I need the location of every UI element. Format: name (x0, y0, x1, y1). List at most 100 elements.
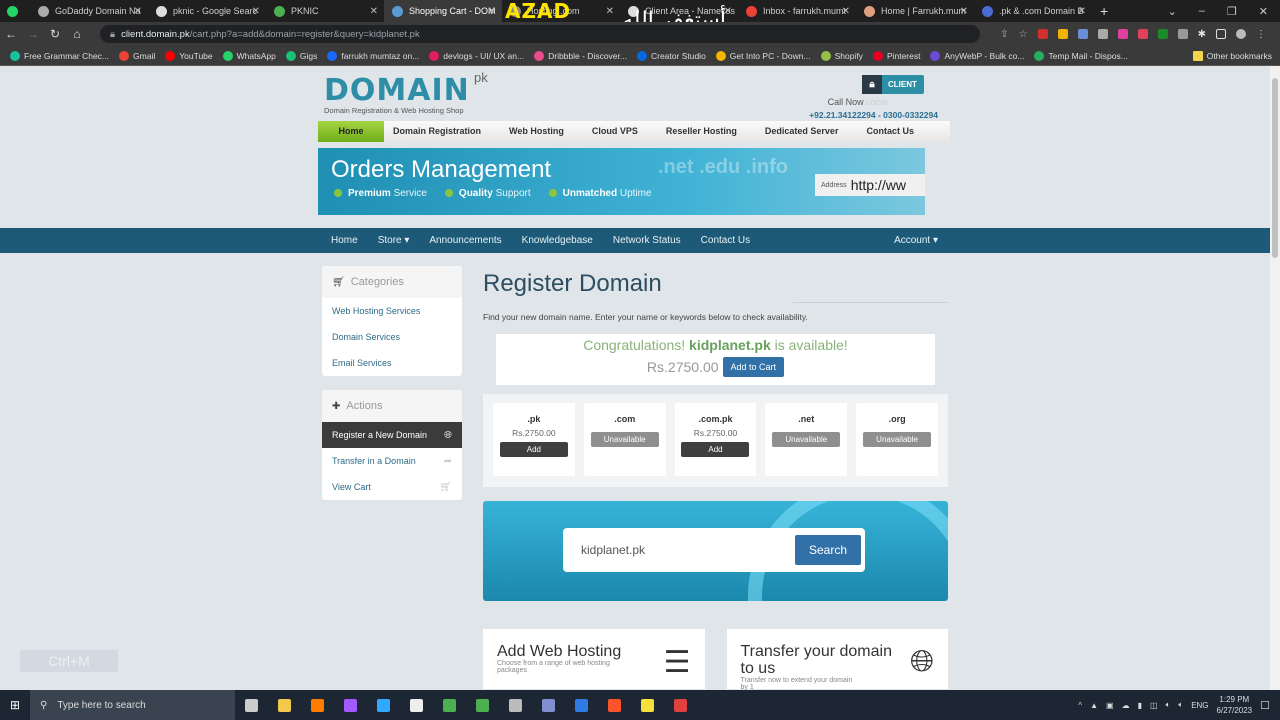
bookmark-item[interactable]: Free Grammar Chec... (10, 50, 109, 61)
taskbar-app-app-9[interactable] (532, 690, 565, 720)
bookmark-item[interactable]: YouTube (165, 50, 213, 61)
volume-icon[interactable]: 🔈︎ (1178, 700, 1183, 710)
close-icon[interactable]: ✕ (252, 6, 260, 17)
category-link[interactable]: Web Hosting Services (322, 298, 462, 324)
new-tab-button[interactable]: + (1100, 3, 1108, 19)
bookmark-item[interactable]: WhatsApp (222, 50, 276, 61)
main-menu-item[interactable]: Reseller Hosting (657, 121, 746, 142)
chevron-down-icon[interactable]: ⌄ (1168, 5, 1177, 18)
browser-tab[interactable]: Home | Farrukh.mum ✕ (856, 0, 974, 22)
bookmark-item[interactable]: farrukh mumtaz on... (327, 50, 419, 61)
bookmark-item[interactable]: AnyWebP - Bulk co... (930, 50, 1024, 61)
url-input[interactable]: 🔒︎ client.domain.pk/cart.php?a=add&domai… (100, 25, 980, 43)
profile-avatar[interactable] (1236, 28, 1246, 39)
category-link[interactable]: Domain Services (322, 324, 462, 350)
page-scrollbar[interactable] (1270, 66, 1280, 690)
bookmark-item[interactable]: Pinterest (872, 50, 920, 61)
close-icon[interactable]: ✕ (134, 6, 142, 17)
add-tld-button[interactable]: Add (681, 442, 750, 457)
extension-icon[interactable] (1117, 28, 1128, 39)
minimize-icon[interactable]: – (1199, 5, 1205, 18)
search-button[interactable]: Search (795, 535, 861, 565)
bookmark-item[interactable]: devlogs - UI/ UX an... (429, 50, 524, 61)
browser-tab[interactable]: GoDaddy Domain Na ✕ (30, 0, 148, 22)
actions-header[interactable]: ✚ Actions (322, 390, 462, 422)
promo-card[interactable]: Add Web Hosting Choose from a range of we… (483, 629, 705, 689)
network-icon[interactable]: ▲ (1090, 701, 1098, 710)
extension-icon[interactable] (1137, 28, 1148, 39)
taskbar-app-figma[interactable] (334, 690, 367, 720)
taskbar-app-store[interactable] (400, 690, 433, 720)
close-icon[interactable]: ✕ (1259, 5, 1268, 18)
nav-item[interactable]: Home (321, 235, 368, 246)
taskbar-app-brave[interactable] (598, 690, 631, 720)
puzzle-icon[interactable]: ✱ (1198, 29, 1206, 40)
taskbar-app-chrome[interactable] (433, 690, 466, 720)
taskbar-app-task-view[interactable] (235, 690, 268, 720)
client-login-button[interactable]: 🔒︎ CLIENT (862, 75, 924, 94)
nav-item[interactable]: Contact Us (691, 235, 760, 246)
close-icon[interactable]: ✕ (960, 6, 968, 17)
clock[interactable]: 1:29 PM 6/27/2023 (1217, 694, 1253, 716)
taskbar-search[interactable]: ⚲ Type here to search (30, 690, 235, 720)
wifi-icon[interactable]: ◫ (1150, 701, 1158, 710)
add-to-cart-button[interactable]: Add to Cart (722, 357, 785, 377)
bookmark-item[interactable]: Get Into PC - Down... (715, 50, 811, 61)
browser-tab[interactable]: pknic - Google Searc ✕ (148, 0, 266, 22)
browser-tab[interactable]: PKNIC ✕ (266, 0, 384, 22)
close-icon[interactable]: ✕ (606, 6, 614, 17)
other-bookmarks[interactable]: Other bookmarks (1192, 50, 1272, 61)
back-icon[interactable]: ← (0, 27, 22, 41)
nav-account[interactable]: Account ▾ (884, 235, 948, 246)
nav-item[interactable]: Network Status (603, 235, 691, 246)
shield-icon[interactable] (1177, 28, 1188, 39)
promo-card[interactable]: Transfer your domain to us Transfer now t… (726, 629, 948, 690)
extension-icon[interactable] (1057, 28, 1068, 39)
extension-icon[interactable] (1097, 28, 1108, 39)
main-menu-item[interactable]: Domain Registration (384, 121, 490, 142)
bookmark-item[interactable]: Gmail (119, 50, 155, 61)
extension-icon[interactable] (1157, 28, 1168, 39)
site-logo[interactable]: DOMAIN pk Domain Registration & Web Host… (324, 70, 488, 115)
menu-icon[interactable]: ⋮ (1256, 29, 1266, 40)
sidepanel-icon[interactable] (1216, 28, 1226, 39)
action-link[interactable]: Transfer in a Domain ➦ (322, 448, 462, 474)
taskbar-app-app-13[interactable] (664, 690, 697, 720)
taskbar-app-illustrator[interactable] (301, 690, 334, 720)
cloud-icon[interactable]: ☁ (1122, 701, 1130, 710)
domain-search-input[interactable] (567, 535, 795, 565)
bookmark-item[interactable]: Creator Studio (636, 50, 706, 61)
main-menu-item[interactable]: Web Hosting (500, 121, 573, 142)
nav-item[interactable]: Store ▾ (368, 235, 420, 246)
restore-icon[interactable]: ❐ (1227, 5, 1237, 18)
main-menu-item[interactable]: Contact Us (857, 121, 923, 142)
scrollbar-thumb[interactable] (1272, 78, 1278, 258)
home-icon[interactable]: ⌂ (66, 27, 88, 41)
volume-icon[interactable]: 🔈︎ (1166, 700, 1171, 710)
nav-item[interactable]: Announcements (419, 235, 511, 246)
bookmark-item[interactable]: Dribbble - Discover... (534, 50, 627, 61)
extension-icon[interactable] (1077, 28, 1088, 39)
taskbar-app-chrome-2[interactable] (466, 690, 499, 720)
taskbar-app-sticky-notes[interactable] (631, 690, 664, 720)
notification-icon[interactable]: ☐ (1260, 699, 1270, 712)
taskbar-app-app-8[interactable] (499, 690, 532, 720)
close-icon[interactable]: ✕ (488, 6, 496, 17)
forward-icon[interactable]: → (22, 27, 44, 41)
category-link[interactable]: Email Services (322, 350, 462, 376)
browser-tab[interactable]: Shopping Cart - DOM ✕ (384, 0, 502, 22)
main-menu-item[interactable]: Home (318, 121, 384, 142)
close-icon[interactable]: ✕ (370, 6, 378, 17)
extension-icon[interactable] (1037, 28, 1048, 39)
browser-tab[interactable]: .pk & .com Domain B ✕ (974, 0, 1092, 22)
bookmark-item[interactable]: Gigs (285, 50, 317, 61)
share-icon[interactable]: ⇪ (1000, 29, 1008, 40)
close-icon[interactable]: ✕ (842, 6, 850, 17)
mic-icon[interactable]: ▮ (1138, 701, 1142, 710)
reload-icon[interactable]: ↻ (44, 27, 66, 41)
action-link[interactable]: View Cart 🛒︎ (322, 474, 462, 500)
bookmark-item[interactable]: Temp Mail - Dispos... (1034, 50, 1128, 61)
categories-header[interactable]: 🛒︎ Categories (322, 266, 462, 298)
browser-tab[interactable]: Inbox - farrukh.mumt ✕ (738, 0, 856, 22)
taskbar-app-photoshop[interactable] (367, 690, 400, 720)
